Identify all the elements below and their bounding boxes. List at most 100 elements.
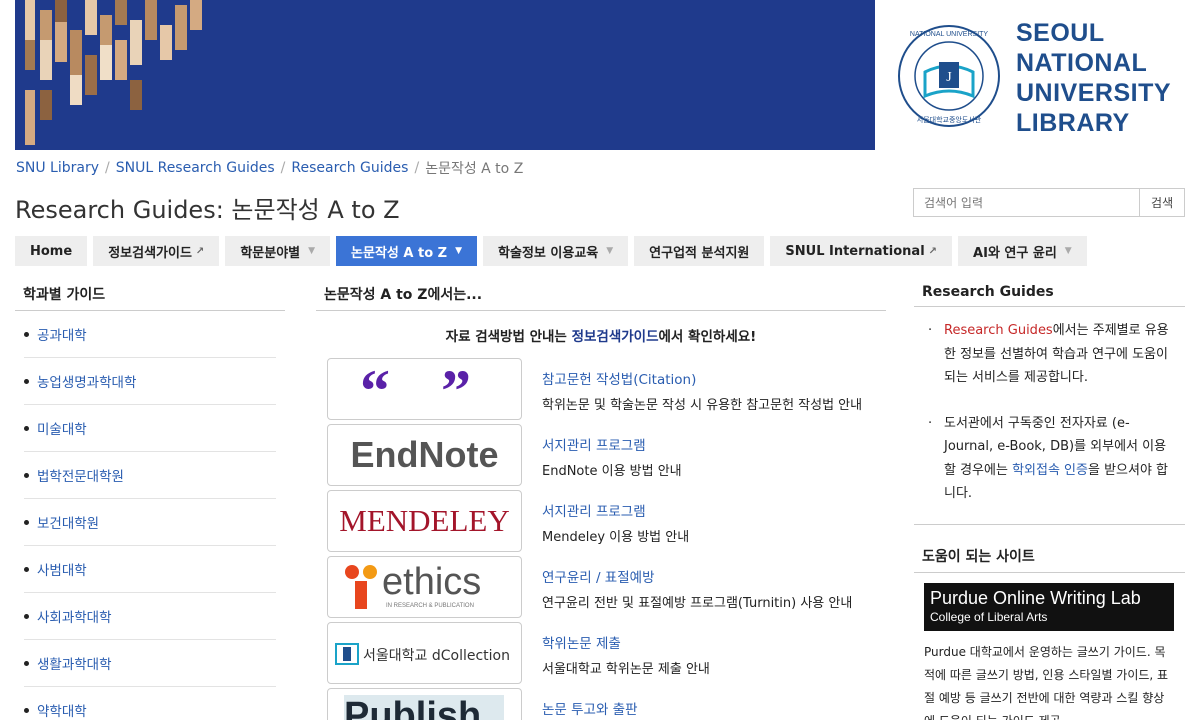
chevron-down-icon: ▼	[308, 246, 316, 256]
ethics-thumbnail[interactable]: ethics IN RESEARCH & PUBLICATION	[327, 556, 522, 618]
guide-row: MENDELEY 서지관리 프로그램 Mendeley 이용 방법 안내	[327, 490, 886, 556]
intro-text: 자료 검색방법 안내는 정보검색가이드에서 확인하세요!	[316, 325, 886, 345]
dept-link[interactable]: 사범대학	[37, 559, 87, 579]
tab-education[interactable]: 학술정보 이용교육 ▼	[483, 236, 629, 266]
list-item: · 도서관에서 구독중인 전자자료 (e-Journal, e-Book, DB)…	[928, 412, 1175, 506]
dept-link[interactable]: 미술대학	[37, 418, 87, 438]
intro-pre: 자료 검색방법 안내는	[445, 329, 572, 345]
search-guide-link[interactable]: 정보검색가이드	[572, 329, 659, 345]
bullet-icon	[24, 707, 29, 713]
tab-thesis-writing[interactable]: 논문작성 A to Z ▼	[336, 236, 478, 266]
dept-link[interactable]: 농업생명과학대학	[37, 371, 136, 391]
bullet-icon	[24, 660, 29, 666]
box-heading: 논문작성 A to Z에서는...	[316, 278, 886, 311]
intro-post: 에서 확인하세요!	[658, 329, 757, 345]
offcampus-auth-link[interactable]: 학외접속 인증	[1012, 463, 1088, 478]
dept-link[interactable]: 보건대학원	[37, 512, 99, 532]
header-banner	[15, 0, 875, 150]
search-form: 검색	[913, 188, 1185, 217]
tab-home[interactable]: Home	[15, 236, 88, 266]
bullet-icon	[24, 331, 29, 337]
external-link-icon: ↗	[928, 245, 938, 257]
list-item: 생활과학대학	[24, 640, 276, 687]
tab-search-guide[interactable]: 정보검색가이드 ↗	[93, 236, 220, 266]
breadcrumb-link[interactable]: SNU Library	[16, 160, 99, 176]
ethics-figure-icon	[345, 565, 377, 609]
mendeley-thumbnail[interactable]: MENDELEY	[327, 490, 522, 552]
tab-label: 논문작성 A to Z	[351, 245, 448, 261]
quote-marks-icon: “ ”	[360, 358, 489, 420]
list-item: · Research Guides에서는 주제별로 유용한 정보를 선별하여 학습…	[928, 319, 1175, 390]
list-item: 약학대학	[24, 687, 276, 720]
banner-pattern	[15, 0, 875, 150]
tab-label: AI와 연구 윤리	[973, 245, 1057, 261]
guide-row: 서울대학교 dCollection 학위논문 제출 서울대학교 학위논문 제출 …	[327, 622, 886, 688]
dcollection-thumbnail[interactable]: 서울대학교 dCollection	[327, 622, 522, 684]
ethics-subtitle: IN RESEARCH & PUBLICATION	[386, 603, 474, 609]
logo-line: LIBRARY	[1016, 109, 1130, 137]
svg-text:NATIONAL UNIVERSITY: NATIONAL UNIVERSITY	[910, 31, 989, 38]
guide-title-link[interactable]: 연구윤리 / 표절예방	[542, 566, 852, 586]
breadcrumb-separator: /	[280, 160, 286, 176]
bullet-icon: ·	[928, 415, 933, 431]
dept-link[interactable]: 사회과학대학	[37, 606, 112, 626]
svg-text:서울대학교중앙도서관: 서울대학교중앙도서관	[917, 115, 982, 124]
dept-guides-box: 학과별 가이드 공과대학 농업생명과학대학 미술대학 법학전문대학원 보건대학원…	[15, 278, 285, 720]
tab-label: Home	[30, 243, 73, 259]
logo-wordmark: SEOUL NATIONAL UNIVERSITY LIBRARY	[1016, 18, 1171, 138]
dcollection-logo: 서울대학교 dCollection	[363, 648, 510, 664]
publish-thumbnail[interactable]: Publish	[327, 688, 522, 720]
guide-description: 서울대학교 학위논문 제출 안내	[542, 662, 710, 677]
guide-row: EndNote 서지관리 프로그램 EndNote 이용 방법 안내	[327, 424, 886, 490]
guide-title-link[interactable]: 서지관리 프로그램	[542, 434, 682, 454]
tab-label: 정보검색가이드	[108, 245, 192, 261]
tab-label: 연구업적 분석지원	[649, 245, 750, 261]
tab-ai-ethics[interactable]: AI와 연구 윤리 ▼	[958, 236, 1087, 266]
purdue-owl-banner[interactable]: Purdue Online Writing Lab College of Lib…	[924, 582, 1174, 631]
dept-link[interactable]: 공과대학	[37, 324, 87, 344]
dept-link[interactable]: 약학대학	[37, 700, 87, 720]
guide-title-link[interactable]: 참고문헌 작성법(Citation)	[542, 368, 862, 388]
breadcrumb-current: 논문작성 A to Z	[425, 161, 524, 177]
guide-row: “ ” 참고문헌 작성법(Citation) 학위논문 및 학술논문 작성 시 …	[327, 358, 886, 424]
breadcrumb-separator: /	[414, 160, 420, 176]
breadcrumb-link[interactable]: Research Guides	[291, 160, 408, 176]
snu-seal-icon: J NATIONAL UNIVERSITY 서울대학교중앙도서관	[898, 25, 1000, 127]
chevron-down-icon: ▼	[606, 246, 614, 256]
bullet-icon	[24, 378, 29, 384]
dept-link[interactable]: 생활과학대학	[37, 653, 112, 673]
guide-description: 학위논문 및 학술논문 작성 시 유용한 참고문헌 작성법 안내	[542, 398, 863, 413]
box-heading: 학과별 가이드	[15, 278, 285, 311]
breadcrumb-link[interactable]: SNUL Research Guides	[116, 160, 275, 176]
purdue-subtitle: College of Liberal Arts	[930, 609, 1048, 624]
search-button[interactable]: 검색	[1139, 188, 1185, 217]
guide-title-link[interactable]: 논문 투고와 출판	[542, 698, 638, 718]
guide-description: EndNote 이용 방법 안내	[542, 464, 682, 479]
logo-line: SEOUL	[1016, 19, 1105, 47]
dept-link[interactable]: 법학전문대학원	[37, 465, 124, 485]
library-logo[interactable]: J NATIONAL UNIVERSITY 서울대학교중앙도서관 SEOUL N…	[895, 18, 1185, 138]
box-heading: Research Guides	[914, 278, 1185, 307]
citation-thumbnail[interactable]: “ ”	[327, 358, 522, 420]
bullet-icon	[24, 613, 29, 619]
tab-label: 학술정보 이용교육	[498, 245, 599, 261]
breadcrumb-separator: /	[105, 160, 110, 176]
guide-title-link[interactable]: 학위논문 제출	[542, 632, 710, 652]
dept-list: 공과대학 농업생명과학대학 미술대학 법학전문대학원 보건대학원 사범대학 사회…	[15, 311, 285, 720]
guide-description: 연구윤리 전반 및 표절예방 프로그램(Turnitin) 사용 안내	[542, 596, 853, 611]
list-item: 공과대학	[24, 311, 276, 358]
bullet-icon: ·	[928, 323, 933, 338]
tab-label: 학문분야별	[240, 245, 301, 261]
list-item: 법학전문대학원	[24, 452, 276, 499]
endnote-thumbnail[interactable]: EndNote	[327, 424, 522, 486]
tab-research-analysis[interactable]: 연구업적 분석지원	[634, 236, 765, 266]
guide-title-link[interactable]: 서지관리 프로그램	[542, 500, 689, 520]
search-input[interactable]	[913, 188, 1140, 217]
info-list: · Research Guides에서는 주제별로 유용한 정보를 선별하여 학습…	[914, 307, 1185, 506]
tab-snul-international[interactable]: SNUL International ↗	[770, 236, 953, 266]
publish-logo: Publish	[344, 695, 482, 720]
logo-line: NATIONAL	[1016, 49, 1148, 77]
purdue-title: Purdue Online Writing Lab	[930, 587, 1141, 608]
bullet-icon	[24, 472, 29, 478]
tab-subjects[interactable]: 학문분야별 ▼	[225, 236, 331, 266]
